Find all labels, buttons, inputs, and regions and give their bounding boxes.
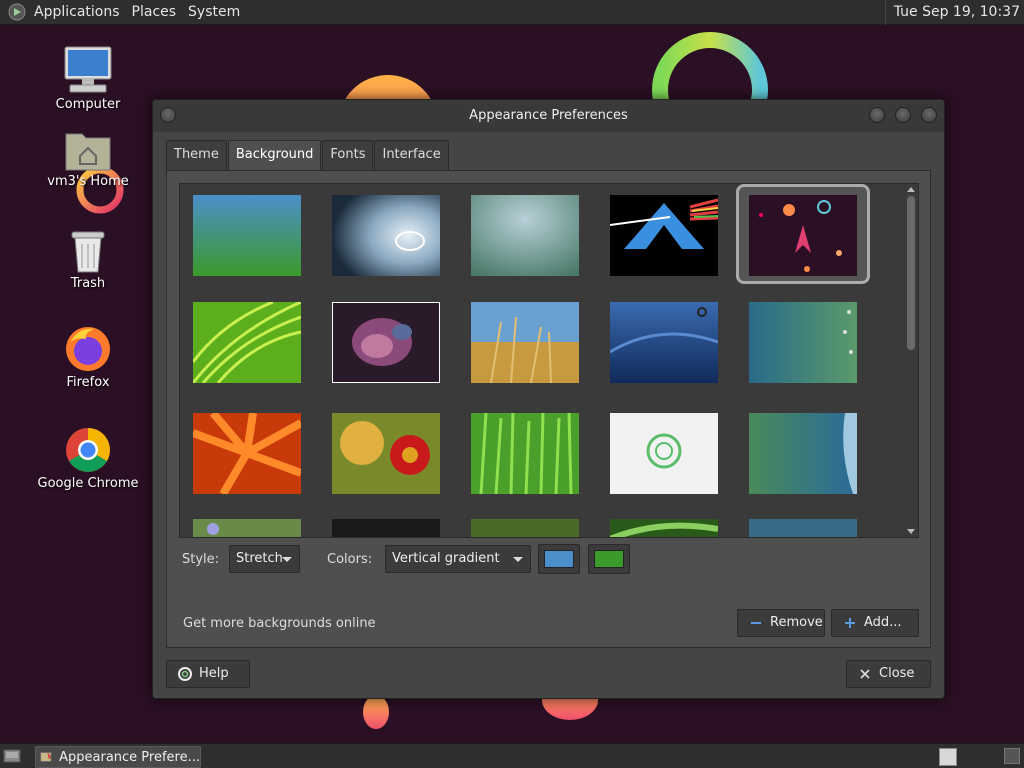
wallpaper-thumbnail[interactable] xyxy=(471,195,579,276)
add-button[interactable]: Add... xyxy=(831,609,919,637)
wallpaper-thumbnail[interactable] xyxy=(193,519,301,538)
style-label: Style: xyxy=(182,552,220,567)
wallpaper-thumbnail[interactable] xyxy=(471,519,579,538)
wallpaper-thumbnail[interactable] xyxy=(610,519,718,538)
computer-icon xyxy=(64,46,112,93)
tab-bar: Theme Background Fonts Interface xyxy=(166,140,450,170)
desktop-icon-trash[interactable]: Trash xyxy=(28,228,148,291)
add-button-label: Add... xyxy=(864,615,902,630)
secondary-color-button[interactable] xyxy=(588,544,630,574)
minimize-button[interactable] xyxy=(869,107,885,123)
primary-color-button[interactable] xyxy=(538,544,580,574)
remove-button-label: Remove xyxy=(770,615,823,630)
taskbar-appearance-preferences[interactable]: Appearance Prefere... xyxy=(35,746,201,768)
desktop-icon-firefox[interactable]: Firefox xyxy=(28,325,148,390)
colors-label: Colors: xyxy=(327,552,373,567)
window-titlebar[interactable]: Appearance Preferences xyxy=(153,100,944,132)
wallpaper-thumbnail[interactable] xyxy=(749,519,857,538)
desktop-icon-label: Google Chrome xyxy=(37,476,139,491)
wallpaper-thumbnail[interactable] xyxy=(610,302,718,383)
background-page: Style: Stretch Colors: Vertical gradient… xyxy=(166,170,931,648)
close-button-label: Close xyxy=(879,666,915,681)
scroll-up-icon[interactable] xyxy=(907,187,915,192)
tray-icon[interactable] xyxy=(1004,748,1020,764)
chevron-down-icon xyxy=(282,557,292,562)
close-button[interactable]: Close xyxy=(846,660,931,688)
style-combo-value: Stretch xyxy=(236,551,283,566)
scrollbar-thumb[interactable] xyxy=(907,196,915,350)
primary-color-swatch xyxy=(544,550,574,568)
wallpaper-thumbnail[interactable] xyxy=(471,302,579,383)
remove-button[interactable]: Remove xyxy=(737,609,825,637)
desktop-icon-label: vm3's Home xyxy=(47,174,129,189)
wallpaper-scrollbar[interactable] xyxy=(904,184,918,537)
trash-icon xyxy=(71,231,105,273)
chevron-down-icon xyxy=(513,557,523,562)
secondary-color-swatch xyxy=(594,550,624,568)
wallpaper-thumbnail[interactable] xyxy=(749,302,857,383)
help-button[interactable]: Help xyxy=(166,660,250,688)
system-menu[interactable]: System xyxy=(182,0,246,25)
wallpaper-thumbnail[interactable] xyxy=(610,413,718,494)
tab-background[interactable]: Background xyxy=(227,140,322,170)
chrome-icon xyxy=(66,428,110,472)
wallpaper-grid xyxy=(179,183,919,538)
wallpaper-thumbnail[interactable] xyxy=(332,413,440,494)
colors-combo[interactable]: Vertical gradient xyxy=(385,545,531,573)
minus-icon xyxy=(748,615,764,631)
window-title: Appearance Preferences xyxy=(469,108,628,123)
help-button-label: Help xyxy=(199,666,229,681)
firefox-icon xyxy=(66,327,110,371)
clock[interactable]: Tue Sep 19, 10:37 xyxy=(884,0,1020,25)
wallpaper-thumbnail[interactable] xyxy=(193,413,301,494)
desktop-icon-computer[interactable]: Computer xyxy=(28,45,148,112)
window-close-button[interactable] xyxy=(921,107,937,123)
appearance-preferences-window: Appearance Preferences Theme Background … xyxy=(152,99,945,699)
help-icon xyxy=(177,666,193,682)
bottom-panel: Appearance Prefere... xyxy=(0,743,1024,768)
desktop-icon-home[interactable]: vm3's Home xyxy=(28,128,148,189)
wallpaper-thumbnail[interactable] xyxy=(332,302,440,383)
style-combo[interactable]: Stretch xyxy=(229,545,300,573)
home-folder-icon xyxy=(65,133,111,171)
maximize-button[interactable] xyxy=(895,107,911,123)
desktop-icon-label: Trash xyxy=(70,276,106,291)
workspace-switcher[interactable] xyxy=(939,748,957,766)
wallpaper-thumbnail[interactable] xyxy=(471,413,579,494)
top-panel: Applications Places System Tue Sep 19, 1… xyxy=(0,0,1024,25)
tab-interface[interactable]: Interface xyxy=(374,140,449,170)
desktop-icon-chrome[interactable]: Google Chrome xyxy=(28,426,148,491)
appearance-icon xyxy=(40,751,52,762)
desktop-icon-label: Computer xyxy=(55,97,121,112)
close-icon xyxy=(857,666,873,682)
wallpaper-thumbnail[interactable] xyxy=(749,413,857,494)
desktop-icon-label: Firefox xyxy=(66,375,110,390)
wallpaper-thumbnail[interactable] xyxy=(193,195,301,276)
wallpaper-thumbnail[interactable] xyxy=(332,195,440,276)
tab-theme[interactable]: Theme xyxy=(166,140,227,170)
menu-logo-icon[interactable] xyxy=(6,1,28,23)
applications-menu[interactable]: Applications xyxy=(28,0,126,25)
tab-fonts[interactable]: Fonts xyxy=(322,140,374,170)
wallpaper-thumbnail[interactable] xyxy=(193,302,301,383)
get-more-backgrounds-link[interactable]: Get more backgrounds online xyxy=(183,616,376,631)
show-desktop-icon[interactable] xyxy=(3,748,21,764)
wallpaper-thumbnail-selected[interactable] xyxy=(749,195,857,276)
scroll-down-icon[interactable] xyxy=(907,529,915,534)
colors-combo-value: Vertical gradient xyxy=(392,551,500,566)
plus-icon xyxy=(842,615,858,631)
places-menu[interactable]: Places xyxy=(126,0,183,25)
wallpaper-thumbnail[interactable] xyxy=(610,195,718,276)
wallpaper-thumbnail[interactable] xyxy=(332,519,440,538)
task-label: Appearance Prefere... xyxy=(59,749,200,765)
